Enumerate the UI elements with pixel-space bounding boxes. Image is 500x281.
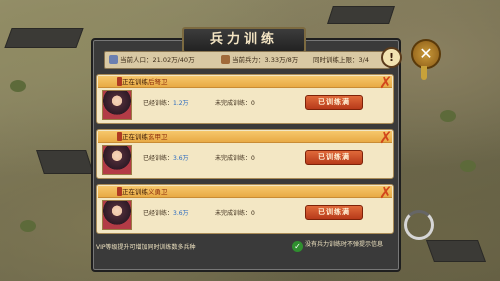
unit-avatar xyxy=(102,90,132,120)
population-value: 21.02万/40万 xyxy=(152,56,195,64)
remove-x-icon[interactable]: ✗ xyxy=(379,130,392,146)
pending-value: 0 xyxy=(251,155,255,162)
unit-avatar xyxy=(102,200,132,230)
queue-label: 同时训练上限： xyxy=(313,56,359,64)
trained-full-button[interactable]: 已训练满 xyxy=(305,150,363,165)
unit-name: 后弩卫 xyxy=(148,78,168,86)
pending-field: 未完成训练：0 xyxy=(215,153,255,162)
trained-field: 已经训练：3.6万 xyxy=(143,208,189,217)
population-stat: 当前人口：21.02万/40万 xyxy=(109,52,195,68)
tree xyxy=(460,160,476,172)
tree xyxy=(10,80,26,92)
population-label: 当前人口： xyxy=(120,56,153,64)
remove-x-icon[interactable]: ✗ xyxy=(379,75,392,91)
vip-hint: VIP等级提升可增加同时训练数多兵种 xyxy=(96,244,196,251)
card-header: 正在训练玄甲卫 xyxy=(98,131,392,143)
pending-label: 未完成训练： xyxy=(215,155,252,162)
tree xyxy=(440,110,456,122)
queue-value: 3/4 xyxy=(358,56,369,64)
panel-title: 兵力训练 xyxy=(182,27,306,53)
population-icon xyxy=(109,55,118,64)
trained-field: 已经训练：3.6万 xyxy=(143,153,189,162)
unit-name: 义勇卫 xyxy=(148,188,168,196)
card-header: 正在训练义勇卫 xyxy=(98,186,392,198)
remove-x-icon[interactable]: ✗ xyxy=(379,185,392,201)
tree xyxy=(20,220,36,232)
training-card: 正在训练后弩卫 ✗ 已经训练：1.2万 未完成训练：0 已训练满 xyxy=(96,74,394,124)
pending-field: 未完成训练：0 xyxy=(215,98,255,107)
info-icon[interactable]: ! xyxy=(381,47,402,68)
trained-value: 3.6万 xyxy=(173,155,189,162)
troops-label: 当前兵力： xyxy=(232,56,265,64)
unit-name: 玄甲卫 xyxy=(148,133,168,141)
trained-label: 已经训练： xyxy=(143,210,174,217)
card-title: 正在训练义勇卫 xyxy=(122,187,168,197)
tassel-ornament xyxy=(421,66,427,80)
trained-full-button[interactable]: 已训练满 xyxy=(305,205,363,220)
trained-full-button[interactable]: 已训练满 xyxy=(305,95,363,110)
building-roof xyxy=(425,240,487,262)
trained-label: 已经训练： xyxy=(143,100,174,107)
unit-avatar xyxy=(102,145,132,175)
building-roof xyxy=(4,28,84,48)
close-icon[interactable]: ✕ xyxy=(411,39,441,69)
trained-field: 已经训练：1.2万 xyxy=(143,98,189,107)
pending-value: 0 xyxy=(251,210,255,217)
trained-label: 已经训练： xyxy=(143,155,174,162)
status-bar: 当前人口：21.02万/40万 当前兵力：3.33万/8万 同时训练上限：3/4 xyxy=(104,51,390,69)
card-header: 正在训练后弩卫 xyxy=(98,76,392,88)
check-icon[interactable]: ✓ xyxy=(292,241,303,252)
troops-icon xyxy=(221,55,230,64)
checkbox-label: 没有兵力训练时不弹提示信息 xyxy=(305,241,384,248)
pending-value: 0 xyxy=(251,100,255,107)
training-card: 正在训练义勇卫 ✗ 已经训练：3.6万 未完成训练：0 已训练满 xyxy=(96,184,394,234)
pending-label: 未完成训练： xyxy=(215,210,252,217)
pending-field: 未完成训练：0 xyxy=(215,208,255,217)
no-prompt-checkbox[interactable]: ✓ 没有兵力训练时不弹提示信息 xyxy=(292,239,383,252)
card-title: 正在训练后弩卫 xyxy=(122,77,168,87)
pending-label: 未完成训练： xyxy=(215,100,252,107)
trained-value: 1.2万 xyxy=(173,100,189,107)
building-roof xyxy=(36,150,94,174)
card-title: 正在训练玄甲卫 xyxy=(122,132,168,142)
building-roof xyxy=(327,6,395,24)
training-card: 正在训练玄甲卫 ✗ 已经训练：3.6万 未完成训练：0 已训练满 xyxy=(96,129,394,179)
card-status: 正在训练 xyxy=(122,188,148,196)
queue-stat: 同时训练上限：3/4 xyxy=(313,52,369,68)
troops-stat: 当前兵力：3.33万/8万 xyxy=(221,52,298,68)
troops-value: 3.33万/8万 xyxy=(264,56,299,64)
loading-icon xyxy=(404,210,434,240)
card-status: 正在训练 xyxy=(122,133,148,141)
card-status: 正在训练 xyxy=(122,78,148,86)
trained-value: 3.6万 xyxy=(173,210,189,217)
